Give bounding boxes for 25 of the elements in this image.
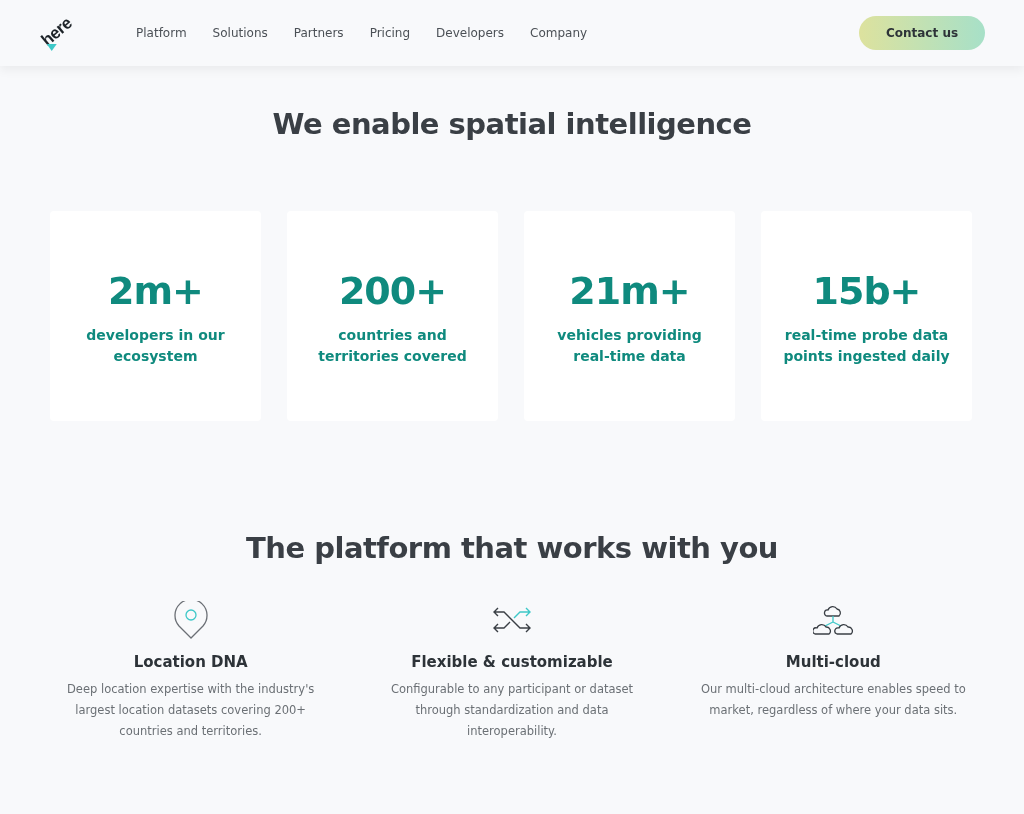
feature-title: Flexible & customizable <box>411 653 613 671</box>
logo[interactable]: here <box>37 13 77 51</box>
stat-label: countries and territories covered <box>317 326 468 366</box>
stat-value: 15b+ <box>812 269 921 313</box>
stat-value: 2m+ <box>108 269 203 313</box>
stat-value: 21m+ <box>569 269 690 313</box>
nav-link[interactable]: Company <box>530 26 588 40</box>
stat-label: real-time probe data points ingested daily <box>782 326 951 366</box>
nav-link[interactable]: Platform <box>136 26 187 40</box>
nav-link[interactable]: Partners <box>293 26 344 40</box>
nav-link[interactable]: Pricing <box>369 26 411 40</box>
section-title: We enable spatial intelligence <box>271 107 753 141</box>
feature-description: Our multi-cloud architecture enables speed to market, regardless of where your data sits. <box>699 681 967 719</box>
feature-title: Location DNA <box>133 653 248 671</box>
feature-description: Configurable to any participant or dataset through standardization and data interoperability. <box>389 681 635 740</box>
contact-button[interactable]: Contact us <box>859 16 985 50</box>
stat-label: developers in our ecosystem <box>85 326 226 366</box>
map-pin-icon <box>173 601 208 639</box>
stat-label: vehicles providing real-time data <box>556 326 703 366</box>
stat-value: 200+ <box>338 269 447 313</box>
section-title: The platform that works with you <box>245 531 779 565</box>
nav-link[interactable]: Developers <box>436 26 505 40</box>
nav-link[interactable]: Solutions <box>212 26 268 40</box>
feature-description: Deep location expertise with the industry's largest location datasets covering 200+ countries and territories. <box>66 681 316 740</box>
feature-title: Multi-cloud <box>785 653 881 671</box>
